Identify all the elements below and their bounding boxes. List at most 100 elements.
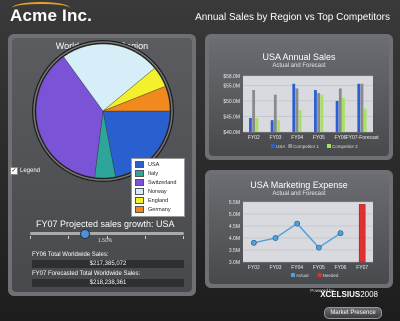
- legend-label: England: [148, 197, 169, 204]
- bar-x-tick: FY07-Forecast: [346, 135, 380, 141]
- bar-competitor-2: [277, 120, 280, 132]
- bar-usa: [335, 100, 339, 132]
- legend-label: Switzerland: [148, 179, 177, 186]
- legend-item-switzerland: Switzerland: [132, 178, 184, 187]
- fy06-value: $217,385,072: [32, 260, 184, 268]
- xcelsius-brand: XCELSIUS2008: [320, 290, 378, 299]
- line-y-tick: 5.5M: [229, 200, 240, 206]
- line-plot-area: [243, 202, 373, 262]
- bar-competitor-2: [298, 110, 302, 132]
- legend-swatch: [135, 161, 144, 168]
- bar-plot-area: [243, 76, 373, 132]
- bar-x-tick: FY04: [291, 135, 303, 141]
- bar-y-tick: $40.0M: [223, 130, 240, 136]
- line-x-tick: FY06: [335, 265, 347, 271]
- dashboard-title: Annual Sales by Region vs Top Competitor…: [195, 12, 390, 23]
- slider-tick: [183, 236, 184, 239]
- company-logo: Acme Inc.: [10, 2, 92, 26]
- line-y-tick: 5.0M: [229, 212, 240, 218]
- line-point-actual: [272, 235, 279, 241]
- line-x-tick: FY04: [291, 265, 303, 271]
- fy07-label: FY07 Forecasted Total Worldwide Sales:: [32, 271, 141, 277]
- line-y-tick: 4.0M: [229, 236, 240, 242]
- bar-y-tick: $58.0M: [223, 74, 240, 80]
- line-needed-bar: [358, 204, 366, 263]
- line-point-actual: [337, 230, 344, 237]
- bar-competitor-1: [338, 88, 342, 132]
- fy06-label: FY06 Total Worldwide Sales:: [32, 252, 109, 258]
- bar-y-tick: $45.0M: [223, 114, 240, 120]
- legend-item-england: England: [132, 196, 184, 205]
- bar-x-tick: FY02: [248, 135, 260, 141]
- pie-legend: USA Italy Switzerland Norway England Germany: [131, 158, 185, 217]
- bar-x-tick: FY05: [313, 135, 325, 141]
- line-y-tick: 3.5M: [229, 248, 240, 254]
- bar-legend-label: USA: [276, 144, 285, 149]
- growth-label: FY07 Projected sales growth: USA: [36, 219, 175, 229]
- usa-marketing-panel: USA Marketing Expense Actual and Forecas…: [205, 170, 393, 288]
- line-point-actual: [294, 220, 301, 227]
- usa-annual-sales-panel: USA Annual Sales Actual and Forecast $40…: [205, 34, 393, 160]
- market-presence-button[interactable]: Market Presence: [324, 307, 382, 319]
- xcelsius-name: XCELSIUS: [320, 290, 361, 299]
- legend-label: Norway: [148, 188, 167, 195]
- legend-toggle[interactable]: ✓ Legend: [10, 167, 40, 175]
- bar-chart: $40.0M $45.0M $50.0M $55.0M $58.0M FY02 FY03 FY…: [223, 74, 380, 149]
- bar-y-tick: $50.0M: [223, 99, 240, 105]
- growth-slider-value: 1.50%: [98, 238, 113, 244]
- line-legend-swatch: [291, 273, 295, 277]
- legend-swatch: [135, 197, 144, 204]
- bar-competitor-2: [255, 118, 259, 132]
- line-legend-label: Actual: [296, 273, 309, 278]
- legend-item-italy: Italy: [132, 169, 184, 178]
- legend-swatch: [135, 170, 144, 177]
- bar-x-tick: FY03: [270, 135, 282, 141]
- line-y-tick: 3.0M: [229, 260, 240, 266]
- line-legend-label: Needed: [323, 273, 339, 278]
- bar-legend-label: Competitor 2: [332, 144, 358, 149]
- bar-competitor-2: [363, 108, 367, 132]
- bar-competitor-1: [360, 83, 364, 132]
- line-chart: 3.0M 3.5M 4.0M 4.5M 5.0M 5.5M FY02 FY03 FY04 FY05…: [229, 200, 373, 278]
- legend-label: Germany: [148, 206, 171, 213]
- slider-tick: [30, 236, 31, 239]
- bar-legend-swatch: [327, 144, 331, 148]
- bar-competitor-1: [273, 94, 277, 132]
- legend-item-germany: Germany: [132, 205, 184, 214]
- legend-swatch: [135, 188, 144, 195]
- bar-usa: [357, 83, 361, 132]
- growth-slider-track[interactable]: [30, 232, 184, 235]
- bar-competitor-2: [342, 97, 345, 132]
- growth-slider-handle[interactable]: [79, 229, 90, 239]
- legend-label: USA: [148, 161, 160, 168]
- fy07-value: $218,238,361: [32, 279, 184, 287]
- line-x-tick: FY03: [270, 265, 282, 271]
- legend-item-usa: USA: [132, 160, 184, 169]
- legend-swatch: [135, 179, 144, 186]
- bar-usa: [249, 118, 252, 132]
- line-x-tick: FY05: [313, 265, 325, 271]
- xcelsius-version: 2008: [360, 290, 378, 299]
- bar-competitor-1: [317, 93, 321, 132]
- bar-legend-label: Competitor 1: [293, 144, 319, 149]
- bar-usa: [270, 120, 274, 132]
- legend-toggle-label: Legend: [20, 168, 41, 174]
- bar-usa: [314, 90, 317, 132]
- slider-tick: [145, 236, 146, 239]
- logo-swoosh: [12, 2, 70, 14]
- line-point-actual: [315, 244, 322, 251]
- line-x-tick: FY07: [356, 265, 368, 271]
- legend-checkbox[interactable]: ✓: [10, 167, 18, 175]
- bar-legend-swatch: [271, 144, 275, 148]
- line-point-actual: [250, 239, 257, 246]
- slider-tick: [68, 236, 69, 239]
- bar-usa: [292, 83, 296, 132]
- bar-legend-swatch: [288, 144, 293, 148]
- bar-competitor-1: [252, 90, 256, 132]
- legend-swatch: [135, 206, 144, 213]
- legend-item-norway: Norway: [132, 187, 184, 196]
- line-x-tick: FY02: [248, 265, 260, 271]
- bar-competitor-1: [295, 88, 299, 132]
- bar-competitor-2: [320, 94, 324, 132]
- line-y-tick: 4.5M: [229, 224, 240, 230]
